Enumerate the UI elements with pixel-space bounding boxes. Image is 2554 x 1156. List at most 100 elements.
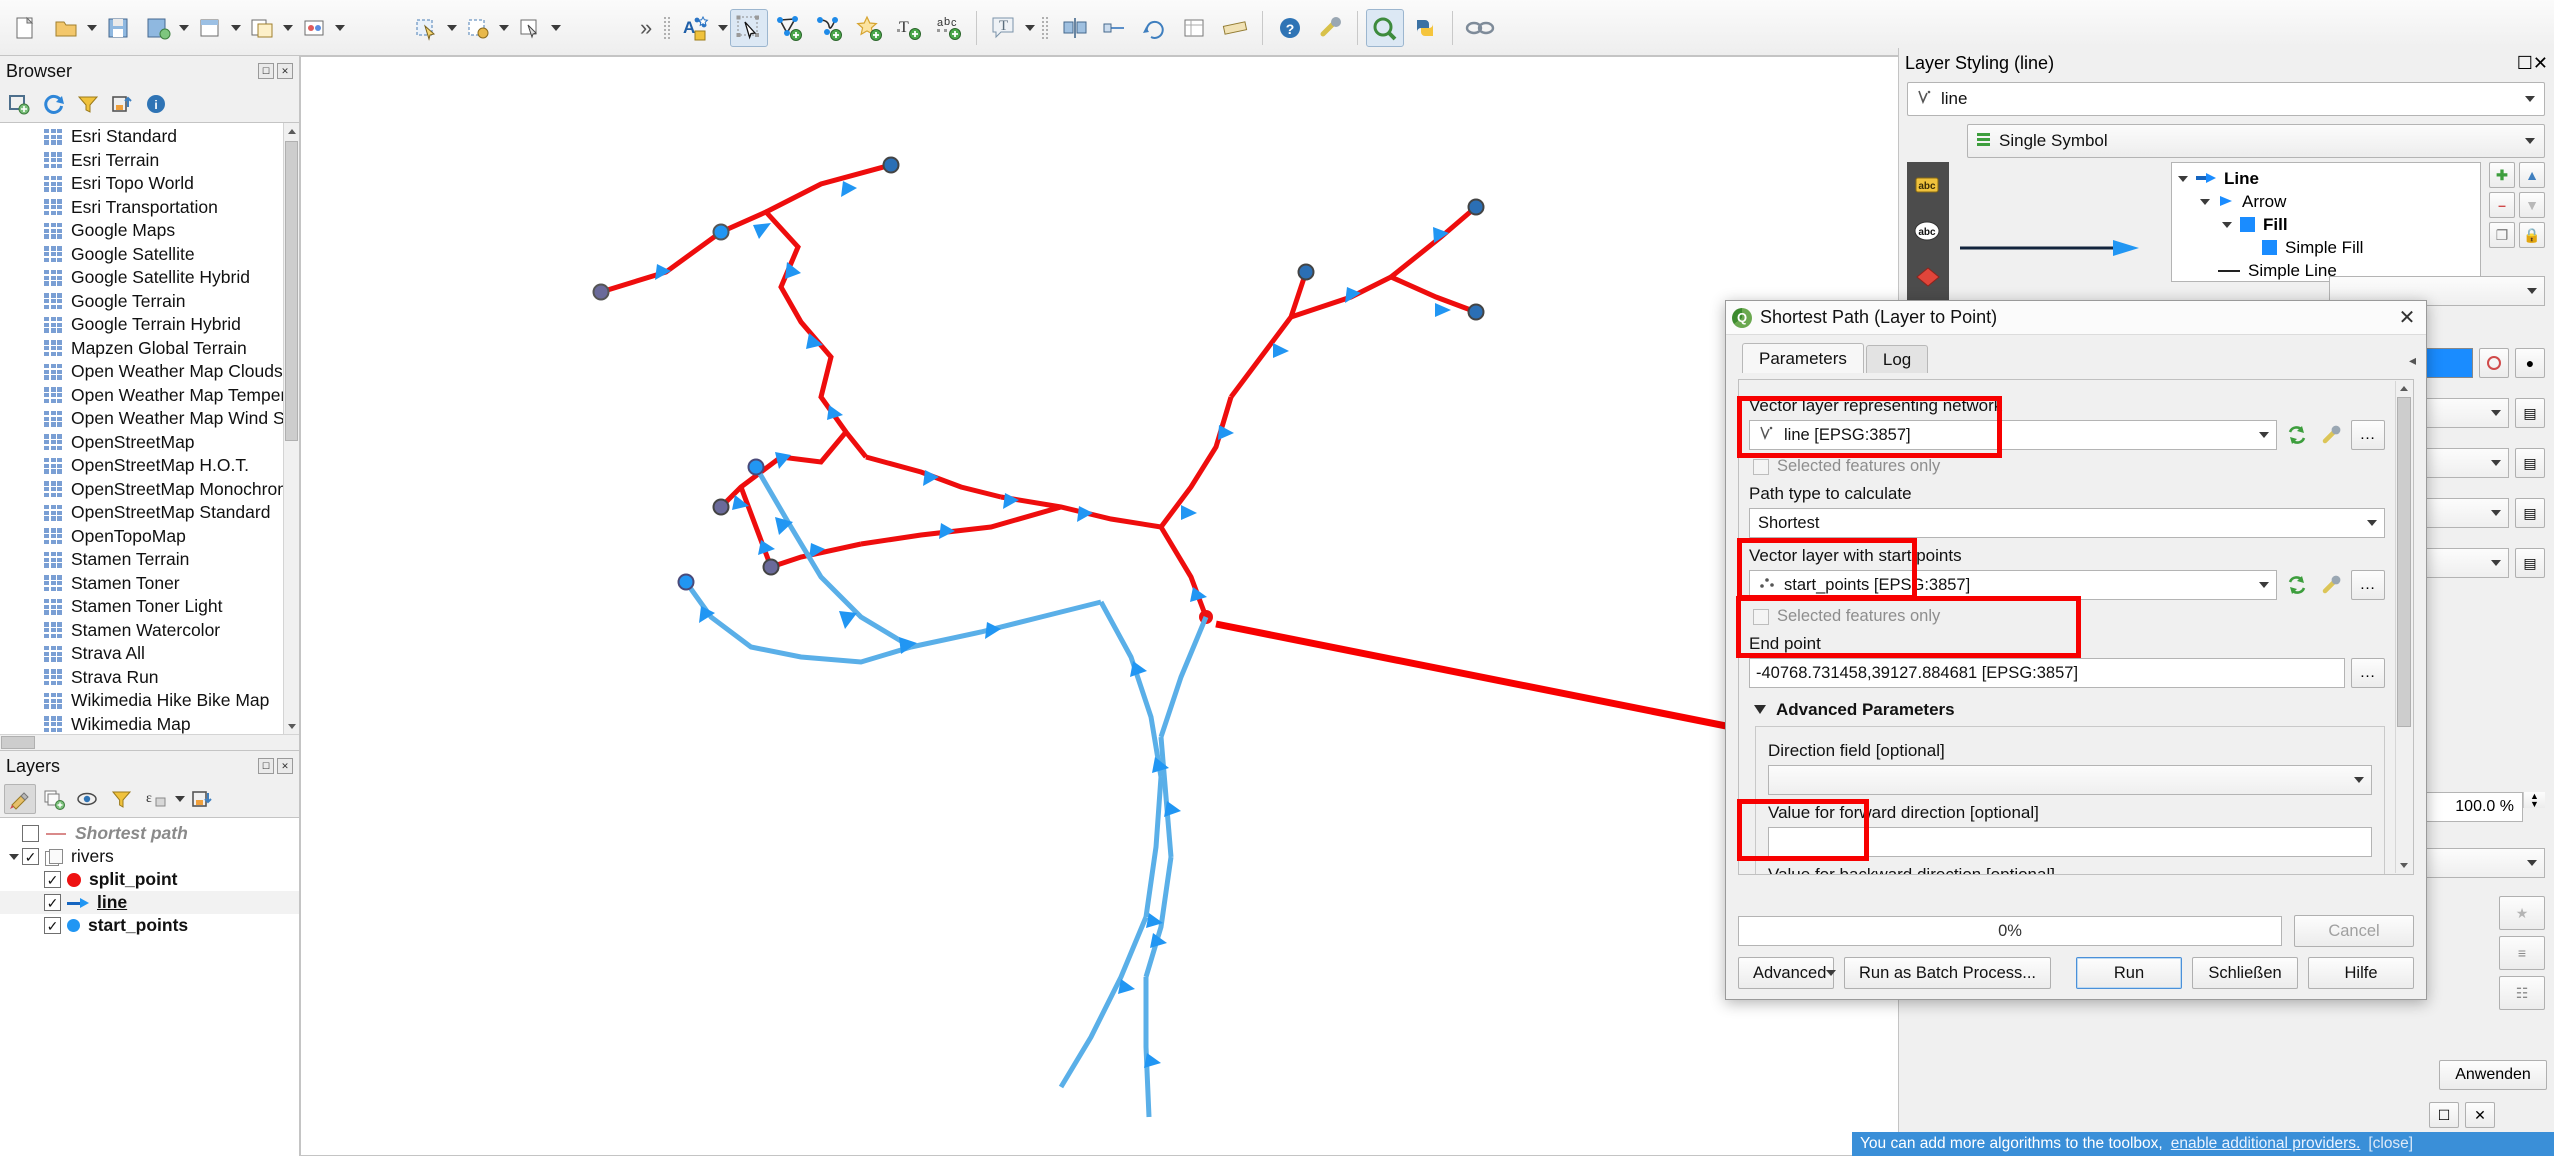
expander-icon[interactable] [2222,221,2232,228]
renderer-dropdown-icon[interactable] [2520,138,2540,144]
run-button[interactable]: Run [2076,957,2182,989]
browser-item[interactable]: Open Weather Map Wind Spee [0,407,299,431]
browser-scroll-thumb[interactable] [285,141,298,441]
override-icon-5[interactable]: ▤ [2515,548,2545,578]
browser-scroll-up-arrow[interactable] [284,123,299,139]
label-toolbar-dropdown[interactable] [717,9,729,47]
toolbar-overflow-icon[interactable]: » [634,15,658,41]
dialog-scroll-up-arrow[interactable] [2396,381,2412,396]
open-layer-styling-panel-icon[interactable] [4,784,36,814]
add-symbol-layer-icon[interactable]: ✚ [2489,162,2515,188]
split-features-icon[interactable] [1056,9,1094,47]
select-by-expression-wrench-icon[interactable] [2317,420,2345,450]
options-wrench-icon[interactable] [1311,9,1349,47]
properties-info-icon[interactable]: i [140,89,172,119]
browser-item[interactable]: Google Terrain [0,290,299,314]
dialog-scrollbar[interactable] [2395,381,2412,873]
dialog-scroll-down-arrow[interactable] [2396,858,2412,873]
browser-item[interactable]: OpenStreetMap Monochrome [0,478,299,502]
refresh-layer-icon-2[interactable] [2283,570,2311,600]
processing-toolbox-icon[interactable] [1366,8,1405,47]
opacity-spinner[interactable]: ▲ ▼ [2523,792,2545,809]
end-point-pick-button[interactable]: … [2351,658,2385,688]
styling-float-icon[interactable]: ☐ [2517,53,2533,74]
network-layer-browse-button[interactable]: … [2351,420,2385,450]
browser-item[interactable]: Stamen Toner [0,572,299,596]
close-button[interactable]: Schließen [2192,957,2298,989]
expression-filter-icon[interactable]: ε [140,784,172,814]
renderer-selector[interactable]: Single Symbol [1967,124,2545,158]
layers-close-icon[interactable]: ✕ [277,758,293,774]
add-multipoint-feature-icon[interactable]: abc [930,9,968,47]
chain-link-icon[interactable] [1461,9,1499,47]
message-bar-close-link[interactable]: [close] [2368,1135,2413,1153]
print-layout-dropdown[interactable] [230,9,242,47]
measure-icon[interactable] [1216,9,1254,47]
favorite-style-button[interactable]: ★ [2499,896,2545,930]
symbol-layer-row[interactable]: Line [2178,167,2474,190]
browser-scroll-down-arrow[interactable] [284,718,299,734]
add-text-feature-icon[interactable]: T [890,9,928,47]
merge-features-icon[interactable] [1096,9,1134,47]
tab-overflow-icon[interactable]: ◂ [2409,352,2426,373]
modify-attributes-icon[interactable] [1176,9,1214,47]
layer-visibility-checkbox[interactable]: ✓ [22,848,39,865]
select-features-dropdown[interactable] [446,9,458,47]
color-picker-icon[interactable] [2479,348,2509,378]
browser-item[interactable]: Strava Run [0,666,299,690]
layer-item-line[interactable]: ✓ line [0,891,299,914]
browser-close-icon[interactable]: ✕ [277,63,293,79]
browser-item[interactable]: OpenStreetMap [0,431,299,455]
close-icon[interactable]: ✕ [2394,305,2420,331]
layer-visibility-checkbox[interactable]: ✓ [44,894,61,911]
browser-item[interactable]: Wikimedia Hike Bike Map [0,689,299,713]
data-defined-override-icon[interactable]: ● [2515,348,2545,378]
browser-item[interactable]: Mapzen Global Terrain [0,337,299,361]
layers-float-icon[interactable]: ☐ [258,758,274,774]
enable-additional-providers-link[interactable]: enable additional providers. [2171,1135,2361,1153]
start-points-combo[interactable]: start_points [EPSG:3857] [1749,570,2277,600]
symbol-layer-row[interactable]: Arrow [2178,190,2474,213]
save-project-icon[interactable] [99,9,137,47]
text-callout-icon[interactable]: T [985,9,1023,47]
browser-item[interactable]: Open Weather Map Clouds [0,360,299,384]
apply-button[interactable]: Anwenden [2439,1060,2547,1090]
browser-item[interactable]: Esri Standard [0,125,299,149]
layer-visibility-checkbox[interactable] [22,825,39,842]
layer-visibility-checkbox[interactable]: ✓ [44,917,61,934]
browser-item[interactable]: Wikimedia Map [0,713,299,735]
forward-direction-input[interactable] [1768,827,2372,857]
identify-dropdown[interactable] [550,9,562,47]
tab-parameters[interactable]: Parameters [1742,343,1864,373]
browser-item[interactable]: OpenTopoMap [0,525,299,549]
override-icon-3[interactable]: ▤ [2515,448,2545,478]
styling-extra-button-2[interactable]: ☷ [2499,976,2545,1010]
browser-float-icon[interactable]: ☐ [258,63,274,79]
direction-field-dropdown-icon[interactable] [2349,777,2369,783]
styling-layer-selector[interactable]: line [1907,82,2545,116]
browser-item[interactable]: Stamen Watercolor [0,619,299,643]
collapse-all-icon[interactable] [106,89,138,119]
style-manager-icon[interactable] [295,9,333,47]
manage-layer-visibility-icon[interactable] [72,784,104,814]
masks-icon[interactable]: abc [1907,208,1949,254]
browser-tree[interactable]: Esri Standard Esri Terrain Esri Topo World… [0,122,299,734]
browser-item[interactable]: Stamen Toner Light [0,595,299,619]
symbol-layers-tree[interactable]: Line Arrow Fill Simple Fill Simple Line [2171,162,2481,282]
browser-item[interactable]: Google Satellite [0,243,299,267]
advanced-button[interactable]: Advanced [1738,957,1837,989]
dialog-titlebar[interactable]: Q Shortest Path (Layer to Point) ✕ [1726,301,2426,335]
add-line-feature-icon[interactable] [810,9,848,47]
filter-legend-icon[interactable] [106,784,138,814]
toolbar-grip-2[interactable] [1041,13,1050,43]
help-button[interactable]: Hilfe [2308,957,2414,989]
add-star-feature-icon[interactable] [850,9,888,47]
refresh-layer-icon[interactable] [2283,420,2311,450]
label-toolbar-icon[interactable]: A [678,9,716,47]
browser-item[interactable]: OpenStreetMap H.O.T. [0,454,299,478]
selected-features-only-row-2[interactable]: Selected features only [1753,607,2385,626]
refresh-icon[interactable] [38,89,70,119]
select-features-icon[interactable] [407,9,445,47]
advanced-dropdown-icon[interactable] [1826,970,1837,976]
rotate-feature-icon[interactable] [1136,9,1174,47]
